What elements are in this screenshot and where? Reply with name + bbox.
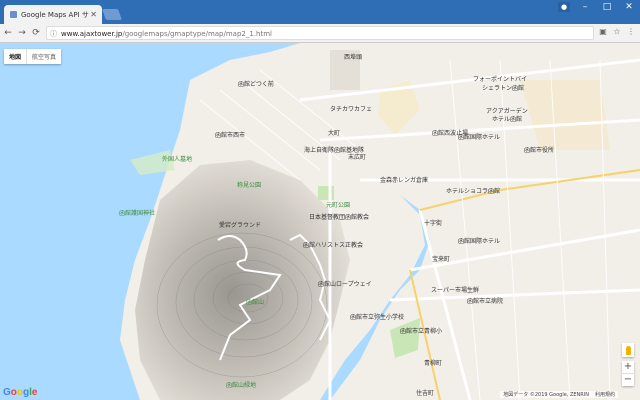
menu-dots-icon[interactable]: ⋮: [625, 27, 637, 36]
zoom-in-button[interactable]: +: [622, 361, 634, 373]
map-type-satellite-button[interactable]: 航空写真: [26, 49, 61, 64]
map-place-label[interactable]: 函館市役所: [524, 145, 554, 154]
map-place-label[interactable]: 函館山緑地: [226, 380, 256, 389]
url-path: /googlemaps/gmaptype/map/map2_1.html: [122, 30, 272, 38]
tab-title: Google Maps API サンプル: [21, 10, 90, 19]
map-place-label[interactable]: 函館国際ホテル: [458, 132, 500, 141]
back-arrow-icon[interactable]: ←: [2, 26, 14, 40]
map-place-label[interactable]: 日本基督教団函館教会: [309, 212, 369, 221]
google-logo[interactable]: Google: [3, 387, 37, 398]
map-data-attribution: 地図データ ©2019 Google, ZENRIN: [503, 392, 589, 398]
street-view-pegman-icon[interactable]: [622, 343, 634, 357]
map-place-label[interactable]: 函館市西市: [215, 130, 245, 139]
url-host: www.ajaxtower.jp: [61, 30, 123, 38]
new-tab-button[interactable]: [101, 9, 123, 20]
site-info-icon[interactable]: ⓘ: [50, 27, 57, 41]
map-place-label[interactable]: 大町: [328, 128, 340, 137]
map-place-label[interactable]: 住吉町: [416, 388, 434, 397]
maximize-icon[interactable]: □: [596, 0, 618, 14]
forward-arrow-icon[interactable]: →: [16, 26, 28, 40]
page-favicon-icon: [10, 11, 17, 18]
map-canvas[interactable]: 地図 航空写真 西埠頭函館どつく前 フォーポイントバイ シェラトン函館タチカワカフェ…: [0, 43, 640, 400]
map-place-label[interactable]: スーパー市場生鮮: [431, 285, 479, 294]
browser-tab-bar: Google Maps API サンプル ✕ ● – □ ✕: [0, 0, 640, 24]
map-place-label[interactable]: 金森赤レンガ倉庫: [380, 175, 428, 184]
map-place-label[interactable]: 宝来町: [432, 254, 450, 263]
map-place-label[interactable]: 函館護国神社: [119, 208, 155, 217]
camera-icon[interactable]: ▣: [597, 27, 609, 36]
zoom-control: + −: [622, 361, 634, 386]
reload-icon[interactable]: ⟳: [30, 26, 42, 40]
map-place-label[interactable]: 元町公園: [326, 200, 350, 209]
map-place-label[interactable]: 十字街: [424, 218, 442, 227]
tab-close-icon[interactable]: ✕: [90, 10, 97, 19]
map-place-label[interactable]: 愛宕グラウンド: [219, 220, 261, 229]
map-attribution: 地図データ ©2019 Google, ZENRIN 利用規約: [500, 391, 618, 398]
map-place-label[interactable]: 函館市立病院: [467, 296, 503, 305]
map-place-label[interactable]: 函館市立弥生小学校: [350, 312, 404, 321]
map-place-label[interactable]: 函館国際ホテル: [458, 236, 500, 245]
map-place-label[interactable]: 函館どつく前: [238, 79, 274, 88]
map-place-label[interactable]: 末広町: [348, 152, 366, 161]
bookmark-star-icon[interactable]: ☆: [611, 27, 623, 36]
map-place-label[interactable]: ホテルショコラ函館: [446, 186, 500, 195]
browser-tab[interactable]: Google Maps API サンプル ✕: [4, 5, 102, 24]
window-controls: – □ ✕: [574, 0, 640, 14]
minimize-icon[interactable]: –: [574, 0, 596, 14]
map-place-label[interactable]: 称見公園: [237, 180, 261, 189]
address-bar[interactable]: ⓘ www.ajaxtower.jp/googlemaps/gmaptype/m…: [46, 26, 594, 40]
close-window-icon[interactable]: ✕: [618, 0, 640, 14]
map-place-label[interactable]: ホテル函館: [492, 114, 522, 123]
map-place-label[interactable]: 函館山: [246, 297, 264, 306]
map-place-label[interactable]: 函館山ロープウェイ: [318, 279, 372, 288]
map-type-map-button[interactable]: 地図: [4, 49, 26, 64]
profile-icon[interactable]: ●: [558, 2, 570, 12]
map-type-control: 地図 航空写真: [4, 49, 62, 64]
map-place-label[interactable]: 西埠頭: [344, 52, 362, 61]
map-tiles: [0, 43, 640, 400]
map-place-label[interactable]: 青柳町: [424, 358, 442, 367]
zoom-out-button[interactable]: −: [622, 373, 634, 386]
map-place-label[interactable]: シェラトン函館: [482, 83, 524, 92]
map-place-label[interactable]: フォーポイントバイ: [473, 74, 527, 83]
map-place-label[interactable]: 函館市立青柳小: [400, 326, 442, 335]
terms-link[interactable]: 利用規約: [595, 391, 615, 398]
browser-toolbar: ← → ⟳ ⓘ www.ajaxtower.jp/googlemaps/gmap…: [0, 24, 640, 43]
map-place-label[interactable]: 外国人墓地: [162, 154, 192, 163]
map-place-label[interactable]: タチカワカフェ: [330, 104, 372, 113]
map-place-label[interactable]: 函館ハリストス正教会: [303, 240, 363, 249]
